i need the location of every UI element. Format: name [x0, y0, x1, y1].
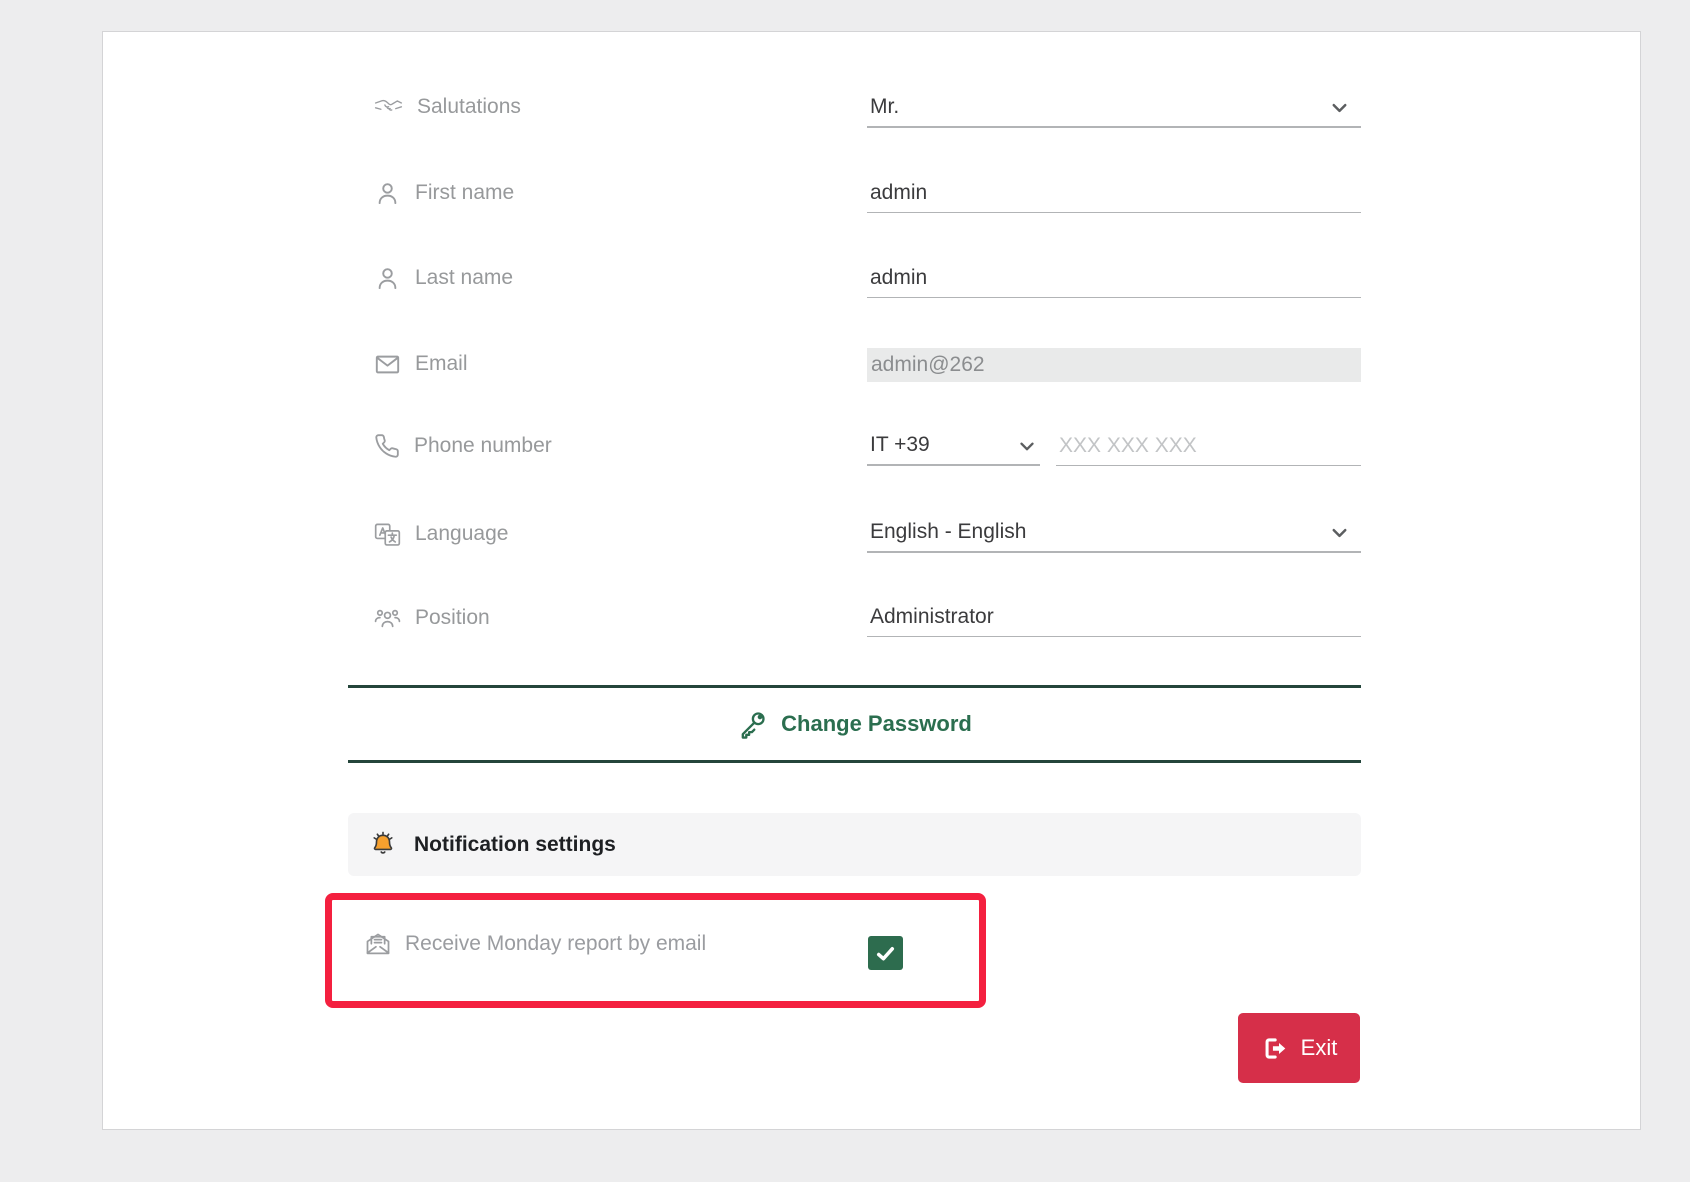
- change-password-label: Change Password: [781, 711, 972, 737]
- first-name-input[interactable]: admin: [867, 173, 1361, 213]
- team-icon: [374, 605, 401, 632]
- bell-icon: [368, 830, 398, 860]
- separator-line: [348, 685, 1361, 688]
- exit-button[interactable]: Exit: [1238, 1013, 1360, 1083]
- first-name-label-text: First name: [415, 181, 514, 205]
- last-name-input[interactable]: admin: [867, 258, 1361, 298]
- last-name-label: Last name: [374, 261, 513, 295]
- language-value: English - English: [870, 520, 1026, 544]
- email-value: admin@262: [871, 353, 985, 377]
- phone-number-input[interactable]: XXX XXX XXX: [1056, 426, 1361, 466]
- profile-card: Salutations First name Last name Email P…: [102, 31, 1641, 1130]
- monday-report-checkbox[interactable]: [868, 936, 903, 970]
- person-icon: [374, 180, 401, 207]
- position-value: Administrator: [870, 605, 994, 629]
- email-label: Email: [374, 347, 468, 381]
- check-icon: [873, 941, 898, 966]
- phone-icon: [374, 433, 400, 459]
- change-password-link[interactable]: Change Password: [348, 699, 1361, 749]
- monday-report-row: Receive Monday report by email: [364, 921, 706, 967]
- last-name-value: admin: [870, 266, 927, 290]
- language-label: Language: [374, 517, 508, 551]
- phone-label-text: Phone number: [414, 434, 552, 458]
- phone-country-select[interactable]: IT +39: [867, 426, 1040, 466]
- language-label-text: Language: [415, 522, 508, 546]
- mail-open-icon: [364, 930, 392, 958]
- salutations-select[interactable]: Mr.: [867, 88, 1361, 128]
- translate-icon: [374, 521, 401, 548]
- first-name-value: admin: [870, 181, 927, 205]
- separator-line: [348, 760, 1361, 763]
- language-select[interactable]: English - English: [867, 513, 1361, 553]
- envelope-icon: [374, 351, 401, 378]
- person-icon: [374, 265, 401, 292]
- chevron-down-icon: [1328, 521, 1351, 544]
- position-label: Position: [374, 601, 490, 635]
- monday-report-label: Receive Monday report by email: [405, 932, 706, 956]
- position-input[interactable]: Administrator: [867, 597, 1361, 637]
- last-name-label-text: Last name: [415, 266, 513, 290]
- phone-label: Phone number: [374, 429, 552, 463]
- logout-icon: [1261, 1035, 1288, 1062]
- position-label-text: Position: [415, 606, 490, 630]
- exit-button-label: Exit: [1301, 1035, 1338, 1061]
- key-icon: [737, 709, 768, 740]
- salutations-label: Salutations: [374, 90, 521, 124]
- chevron-down-icon: [1016, 435, 1038, 457]
- notification-settings-title: Notification settings: [414, 833, 616, 857]
- email-field: admin@262: [867, 348, 1361, 382]
- phone-country-value: IT +39: [870, 433, 930, 457]
- first-name-label: First name: [374, 176, 514, 210]
- notification-settings-header: Notification settings: [348, 813, 1361, 876]
- phone-number-placeholder: XXX XXX XXX: [1059, 434, 1197, 458]
- salutations-value: Mr.: [870, 95, 899, 119]
- handshake-icon: [374, 96, 403, 118]
- salutations-label-text: Salutations: [417, 95, 521, 119]
- page-background: { "colors": { "page_background": "#edede…: [0, 0, 1690, 1182]
- email-label-text: Email: [415, 352, 468, 376]
- chevron-down-icon: [1328, 96, 1351, 119]
